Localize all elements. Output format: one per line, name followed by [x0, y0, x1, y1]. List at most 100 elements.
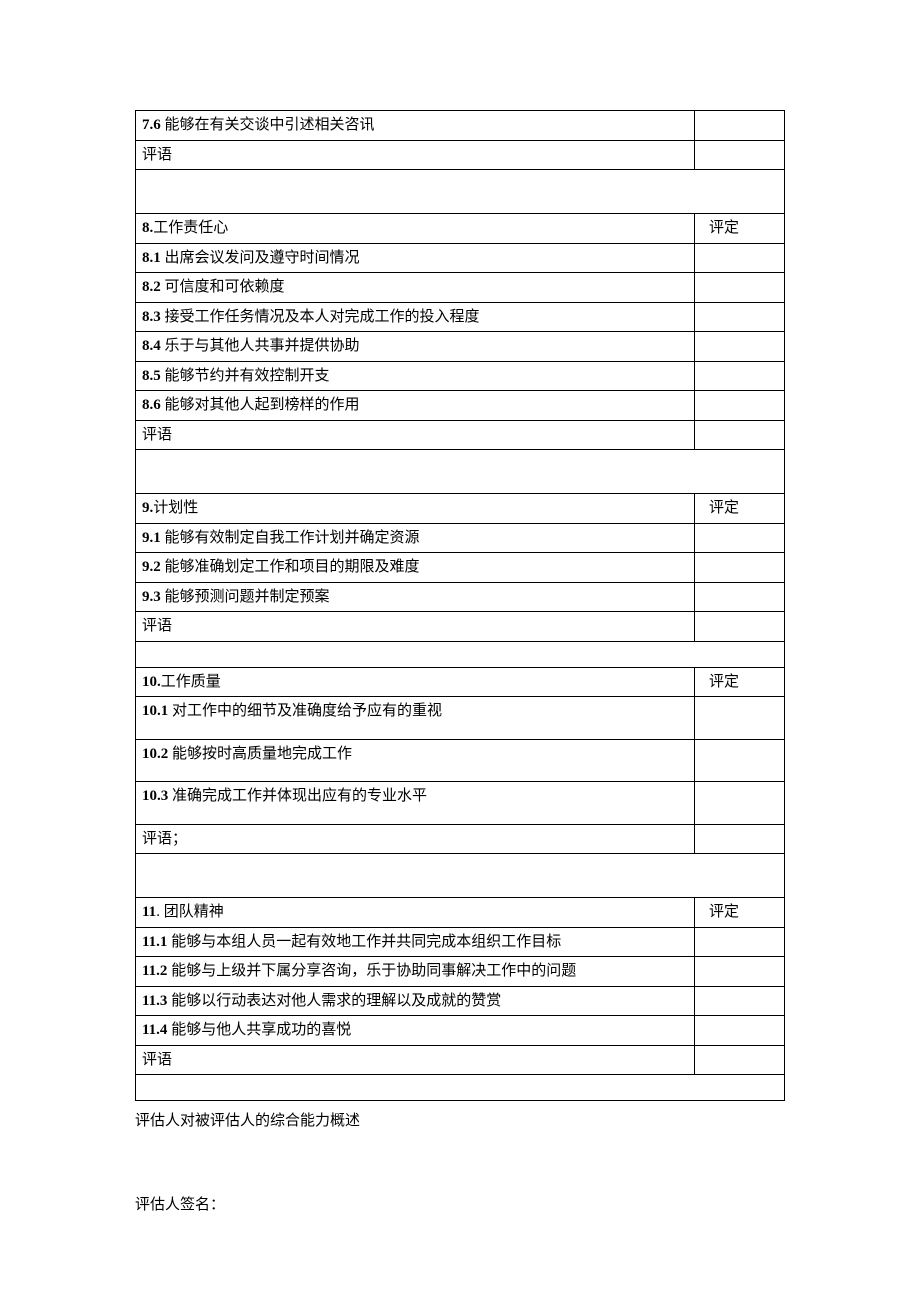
item-text: 能够对其他人起到榜样的作用 — [161, 397, 360, 413]
section-header-9: 9.计划性 评定 — [136, 494, 785, 524]
rating-header: 评定 — [695, 494, 785, 524]
comment-label: 评语； — [136, 824, 695, 854]
evaluation-form: 7.6 能够在有关交谈中引述相关咨讯 评语 8.工作责任心 评定 8.1 出席会… — [135, 110, 785, 1101]
item-row-8-4: 8.4 乐于与其他人共事并提供协助 — [136, 332, 785, 362]
rating-cell[interactable] — [695, 739, 785, 782]
rating-cell[interactable] — [695, 243, 785, 273]
comment-area[interactable] — [136, 1075, 785, 1101]
item-cell: 9.3 能够预测问题并制定预案 — [136, 582, 695, 612]
section-text: 工作责任心 — [153, 220, 228, 236]
rating-cell[interactable] — [695, 697, 785, 740]
rating-cell[interactable] — [695, 332, 785, 362]
rating-header: 评定 — [695, 214, 785, 244]
item-text: 对工作中的细节及准确度给予应有的重视 — [168, 703, 442, 719]
section-text: 工作质量 — [161, 674, 221, 690]
item-row-9-3: 9.3 能够预测问题并制定预案 — [136, 582, 785, 612]
item-text: 能够与本组人员一起有效地工作并共同完成本组织工作目标 — [167, 934, 561, 950]
rating-cell[interactable] — [695, 111, 785, 141]
item-cell: 9.1 能够有效制定自我工作计划并确定资源 — [136, 523, 695, 553]
section-num: 10. — [142, 674, 161, 690]
comment-row-11: 评语 — [136, 1045, 785, 1075]
item-row-9-1: 9.1 能够有效制定自我工作计划并确定资源 — [136, 523, 785, 553]
item-text: 乐于与其他人共事并提供协助 — [161, 338, 360, 354]
rating-header: 评定 — [695, 898, 785, 928]
comment-cell[interactable] — [695, 1045, 785, 1075]
item-cell: 11.1 能够与本组人员一起有效地工作并共同完成本组织工作目标 — [136, 927, 695, 957]
comment-blank-9 — [136, 641, 785, 667]
item-cell: 11.4 能够与他人共享成功的喜悦 — [136, 1016, 695, 1046]
rating-cell[interactable] — [695, 391, 785, 421]
item-row-11-3: 11.3 能够以行动表达对他人需求的理解以及成就的赞赏 — [136, 986, 785, 1016]
item-num: 11.1 — [142, 934, 167, 950]
item-num: 8.3 — [142, 309, 161, 325]
comment-cell[interactable] — [695, 140, 785, 170]
rating-cell[interactable] — [695, 957, 785, 987]
comment-cell[interactable] — [695, 612, 785, 642]
section-header-11: 11. 团队精神 评定 — [136, 898, 785, 928]
item-row-8-3: 8.3 接受工作任务情况及本人对完成工作的投入程度 — [136, 302, 785, 332]
rating-header: 评定 — [695, 667, 785, 697]
rating-cell[interactable] — [695, 582, 785, 612]
rating-cell[interactable] — [695, 553, 785, 583]
comment-cell[interactable] — [695, 824, 785, 854]
comment-cell[interactable] — [695, 420, 785, 450]
item-num: 11.2 — [142, 963, 167, 979]
item-row-10-1: 10.1 对工作中的细节及准确度给予应有的重视 — [136, 697, 785, 740]
section-num: 9. — [142, 500, 153, 516]
item-text: 接受工作任务情况及本人对完成工作的投入程度 — [161, 309, 480, 325]
section-title-cell: 10.工作质量 — [136, 667, 695, 697]
item-row-11-4: 11.4 能够与他人共享成功的喜悦 — [136, 1016, 785, 1046]
item-row-11-1: 11.1 能够与本组人员一起有效地工作并共同完成本组织工作目标 — [136, 927, 785, 957]
rating-cell[interactable] — [695, 1016, 785, 1046]
item-row-10-3: 10.3 准确完成工作并体现出应有的专业水平 — [136, 782, 785, 825]
item-row-8-5: 8.5 能够节约并有效控制开支 — [136, 361, 785, 391]
summary-label: 评估人对被评估人的综合能力概述 — [135, 1109, 785, 1133]
item-cell: 10.3 准确完成工作并体现出应有的专业水平 — [136, 782, 695, 825]
rating-cell[interactable] — [695, 273, 785, 303]
item-cell: 8.3 接受工作任务情况及本人对完成工作的投入程度 — [136, 302, 695, 332]
item-num: 9.2 — [142, 559, 161, 575]
rating-cell[interactable] — [695, 302, 785, 332]
comment-blank-10 — [136, 854, 785, 898]
item-cell: 8.2 可信度和可依赖度 — [136, 273, 695, 303]
comment-area[interactable] — [136, 854, 785, 898]
item-text: 能够准确划定工作和项目的期限及难度 — [161, 559, 420, 575]
section-text: . 团队精神 — [156, 904, 224, 920]
section-num: 8. — [142, 220, 153, 236]
item-row-8-1: 8.1 出席会议发问及遵守时间情况 — [136, 243, 785, 273]
item-num: 9.3 — [142, 589, 161, 605]
comment-area[interactable] — [136, 450, 785, 494]
item-cell: 8.5 能够节约并有效控制开支 — [136, 361, 695, 391]
item-cell: 11.2 能够与上级并下属分享咨询，乐于协助同事解决工作中的问题 — [136, 957, 695, 987]
rating-cell[interactable] — [695, 782, 785, 825]
item-num: 8.4 — [142, 338, 161, 354]
item-row-9-2: 9.2 能够准确划定工作和项目的期限及难度 — [136, 553, 785, 583]
rating-cell[interactable] — [695, 927, 785, 957]
signature-label: 评估人签名： — [135, 1193, 785, 1217]
item-cell: 8.4 乐于与其他人共事并提供协助 — [136, 332, 695, 362]
item-num: 10.3 — [142, 788, 168, 804]
item-num: 10.2 — [142, 746, 168, 762]
comment-area[interactable] — [136, 170, 785, 214]
comment-area[interactable] — [136, 641, 785, 667]
comment-label: 评语 — [136, 1045, 695, 1075]
item-num: 7.6 — [142, 117, 161, 133]
item-num: 8.2 — [142, 279, 161, 295]
item-text: 能够按时高质量地完成工作 — [168, 746, 352, 762]
item-row-8-2: 8.2 可信度和可依赖度 — [136, 273, 785, 303]
item-cell: 7.6 能够在有关交谈中引述相关咨讯 — [136, 111, 695, 141]
rating-cell[interactable] — [695, 523, 785, 553]
item-text: 能够与上级并下属分享咨询，乐于协助同事解决工作中的问题 — [167, 963, 576, 979]
comment-row-7: 评语 — [136, 140, 785, 170]
item-num: 9.1 — [142, 530, 161, 546]
section-title-cell: 11. 团队精神 — [136, 898, 695, 928]
comment-row-9: 评语 — [136, 612, 785, 642]
comment-blank-7 — [136, 170, 785, 214]
rating-cell[interactable] — [695, 361, 785, 391]
comment-row-10: 评语； — [136, 824, 785, 854]
rating-cell[interactable] — [695, 986, 785, 1016]
item-num: 10.1 — [142, 703, 168, 719]
item-cell: 11.3 能够以行动表达对他人需求的理解以及成就的赞赏 — [136, 986, 695, 1016]
item-cell: 10.1 对工作中的细节及准确度给予应有的重视 — [136, 697, 695, 740]
item-num: 8.1 — [142, 250, 161, 266]
